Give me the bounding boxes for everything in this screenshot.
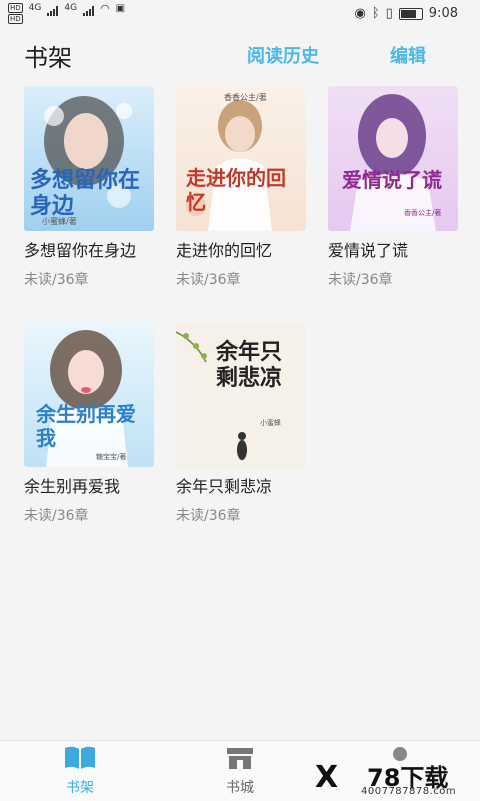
hd-badges: HD HD — [8, 3, 23, 24]
book-open-icon — [65, 746, 95, 769]
book-item[interactable]: 爱情说了谎 香香公主/著 爱情说了谎 未读/36章 — [328, 86, 458, 289]
status-bar: HD HD 4G 4G ◠ ▣ ◉ ᛒ ▯ 9:08 — [0, 0, 480, 28]
status-right: ◉ ᛒ ▯ 9:08 — [354, 6, 458, 21]
vibrate-icon: ▯ — [385, 6, 393, 21]
book-item[interactable]: 余生别再爱我 糖宝宝/著 余生别再爱我 未读/36章 — [24, 322, 154, 525]
cover-title: 爱情说了谎 — [342, 168, 442, 192]
book-title: 余生别再爱我 — [24, 477, 121, 496]
battery-icon — [398, 7, 423, 20]
book-cover: 走进你的回忆 香香公主/著 — [176, 86, 306, 231]
bluetooth-icon: ᛒ — [371, 6, 380, 21]
nav-bookshelf[interactable]: 书架 — [35, 745, 125, 797]
cover-title: 余生别再爱我 — [36, 402, 136, 450]
cover-title: 余年只剩悲凉 — [216, 340, 283, 391]
hd-badge-1: HD — [8, 3, 23, 13]
cover-author: 小蜜蜂 — [260, 419, 281, 427]
cover-title: 走进你的回忆 — [186, 166, 286, 214]
book-title: 走进你的回忆 — [176, 241, 273, 260]
book-status: 未读/36章 — [176, 508, 241, 524]
cover-author: 糖宝宝/著 — [96, 453, 127, 461]
store-icon — [227, 748, 253, 769]
hd-badge-2: HD — [8, 14, 23, 24]
nav-bookstore-label: 书城 — [226, 780, 254, 796]
signal-icon-2 — [83, 6, 95, 16]
book-status: 未读/36章 — [328, 272, 393, 288]
watermark-logo: X — [315, 760, 339, 795]
cover-author: 小蜜蜂/著 — [42, 217, 77, 226]
reading-history-button[interactable]: 阅读历史 — [247, 42, 319, 68]
book-cover: 爱情说了谎 香香公主/著 — [328, 86, 458, 231]
book-title: 爱情说了谎 — [328, 241, 409, 260]
watermark-url: 4007787878.com — [361, 786, 457, 797]
book-cover: 多想留你在身边 小蜜蜂/著 — [24, 86, 154, 231]
book-cover: 余生别再爱我 糖宝宝/著 — [24, 322, 154, 467]
eye-icon: ◉ — [354, 6, 366, 21]
network-type-2: 4G — [64, 3, 78, 13]
cover-author: 香香公主/著 — [224, 93, 267, 102]
book-status: 未读/36章 — [24, 508, 89, 524]
cover-author: 香香公主/著 — [404, 209, 442, 217]
watermark: X 78下载 4007787878.com — [315, 756, 475, 800]
wifi-icon: ◠ — [100, 2, 110, 15]
edit-button[interactable]: 编辑 — [390, 42, 426, 68]
page-title: 书架 — [24, 44, 72, 72]
book-status: 未读/36章 — [176, 272, 241, 288]
book-cover: 余年只剩悲凉 小蜜蜂 — [176, 322, 306, 467]
clock: 9:08 — [428, 6, 458, 21]
nav-bookstore[interactable]: 书城 — [195, 745, 285, 797]
book-item[interactable]: 多想留你在身边 小蜜蜂/著 多想留你在身边 未读/36章 — [24, 86, 154, 289]
header: 书架 阅读历史 编辑 — [0, 28, 480, 80]
nav-bookshelf-label: 书架 — [66, 780, 94, 796]
network-type-1: 4G — [28, 3, 42, 13]
book-item[interactable]: 余年只剩悲凉 小蜜蜂 余年只剩悲凉 未读/36章 — [176, 322, 306, 525]
book-title: 多想留你在身边 — [24, 241, 137, 260]
status-left: HD HD 4G 4G ◠ ▣ — [8, 3, 125, 24]
notification-icon: ▣ — [115, 3, 126, 14]
cover-title: 多想留你在身边 — [30, 168, 141, 219]
book-item[interactable]: 走进你的回忆 香香公主/著 走进你的回忆 未读/36章 — [176, 86, 306, 289]
book-status: 未读/36章 — [24, 272, 89, 288]
book-title: 余年只剩悲凉 — [176, 477, 273, 496]
signal-icon-1 — [47, 6, 59, 16]
